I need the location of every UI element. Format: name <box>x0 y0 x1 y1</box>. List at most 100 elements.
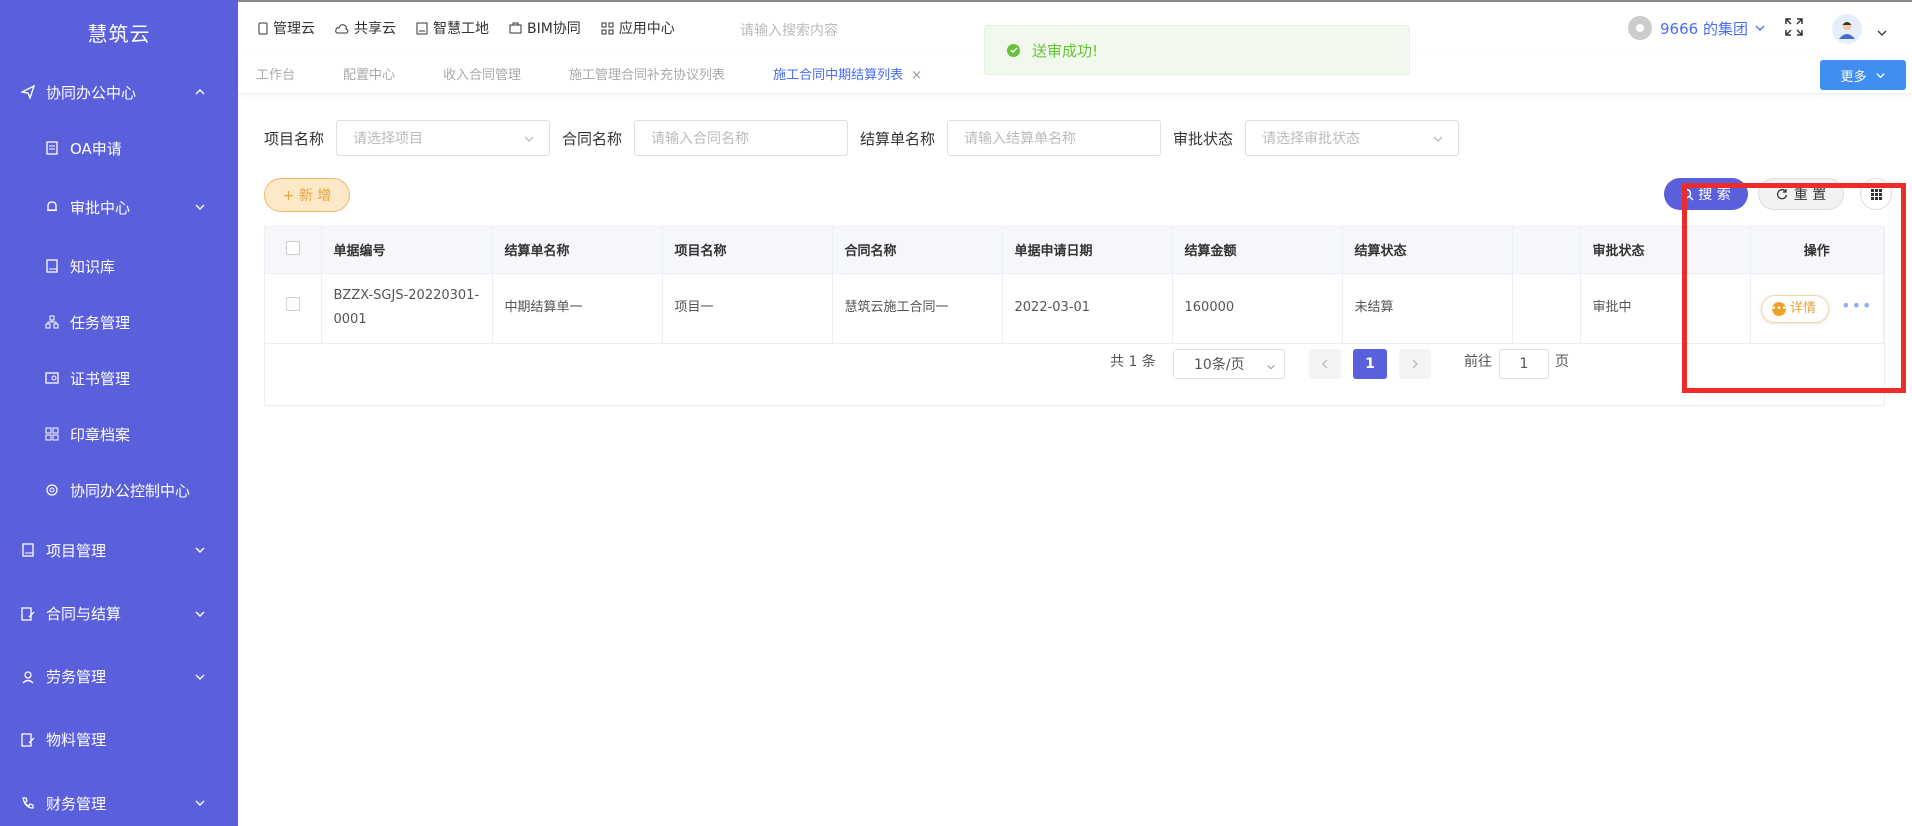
topnav-smart-site[interactable]: 智慧工地 <box>416 18 489 38</box>
filter-form: 项目名称 请选择项目 合同名称 请输入合同名称 结算单名称 请输入结算单名称 审… <box>264 120 1471 156</box>
more-label: 更多 <box>1840 69 1867 85</box>
doc-no-cell: BZZX-SGJS-20220301-0001 <box>321 273 493 344</box>
total-count: 共 1 条 <box>1110 354 1156 370</box>
global-search-input[interactable]: 请输入搜索内容 <box>740 20 838 40</box>
sidebar-item-finance[interactable]: 财务管理 <box>0 771 238 826</box>
certificate-icon <box>44 370 60 386</box>
detail-label: 详情 <box>1790 300 1817 316</box>
app-root: 慧筑云 协同办公中心 OA申请 审批中心 知识库 任务管理 证书管理 印章档案 … <box>0 0 1912 826</box>
column-header <box>1512 227 1581 274</box>
status-label: 审批状态 <box>1173 129 1234 148</box>
more-tabs-button[interactable]: 更多 <box>1820 60 1906 90</box>
chevron-down-icon <box>194 671 206 683</box>
close-icon[interactable]: × <box>911 68 922 83</box>
group-selector[interactable]: 9666 的集团 <box>1628 16 1766 40</box>
tab-income-contract[interactable]: 收入合同管理 <box>443 64 521 83</box>
sidebar-item-materials[interactable]: 物料管理 <box>0 708 238 771</box>
prev-page-button[interactable] <box>1309 349 1341 379</box>
chevron-up-icon <box>194 86 206 98</box>
fullscreen-icon[interactable] <box>1785 18 1803 40</box>
select-all-cell <box>265 227 322 274</box>
chevron-down-icon <box>194 201 206 213</box>
page-size-value: 10条/页 <box>1194 357 1245 373</box>
app-logo: 慧筑云 <box>87 21 151 46</box>
sidebar-item-collab[interactable]: 协同办公中心 <box>0 64 238 120</box>
sidebar-item-label: 物料管理 <box>46 731 107 749</box>
tab-workbench[interactable]: 工作台 <box>256 64 295 83</box>
column-header: 结算金额 <box>1172 227 1343 274</box>
settle-placeholder: 请输入结算单名称 <box>964 131 1077 147</box>
next-page-button[interactable] <box>1399 349 1431 379</box>
goto-page-input[interactable]: 1 <box>1499 349 1549 379</box>
column-header: 合同名称 <box>832 227 1003 274</box>
tab-config[interactable]: 配置中心 <box>343 64 395 83</box>
sidebar-item-label: 证书管理 <box>70 369 131 388</box>
group-avatar-icon <box>1628 16 1652 40</box>
sidebar-item-collab-control[interactable]: 协同办公控制中心 <box>0 462 238 518</box>
column-header: 结算状态 <box>1342 227 1513 274</box>
project-placeholder: 请选择项目 <box>353 131 424 147</box>
settle-status-cell: 未结算 <box>1342 273 1513 344</box>
document-icon <box>416 22 428 35</box>
sidebar-item-contracts[interactable]: 合同与结算 <box>0 582 238 645</box>
toast-message: 送审成功! <box>1032 41 1099 60</box>
sidebar-item-label: 财务管理 <box>46 794 107 813</box>
chevron-down-icon[interactable] <box>1876 24 1888 43</box>
amount-cell: 160000 <box>1172 273 1343 344</box>
sidebar-item-labor[interactable]: 劳务管理 <box>0 645 238 708</box>
worker-icon <box>20 669 36 685</box>
sidebar-item-certificates[interactable]: 证书管理 <box>0 350 238 406</box>
sidebar-item-knowledge[interactable]: 知识库 <box>0 238 238 294</box>
current-page[interactable]: 1 <box>1353 349 1387 379</box>
add-button[interactable]: + 新 增 <box>264 178 350 212</box>
reset-button[interactable]: 重 置 <box>1758 178 1844 210</box>
document-icon <box>44 140 60 156</box>
sidebar-item-tasks[interactable]: 任务管理 <box>0 294 238 350</box>
topnav-label: BIM协同 <box>527 21 581 37</box>
select-all-checkbox[interactable] <box>285 240 300 255</box>
reset-label: 重 置 <box>1793 187 1827 203</box>
briefcase-icon <box>509 22 522 34</box>
chevron-down-icon <box>1875 70 1886 81</box>
column-header: 操作 <box>1750 227 1884 274</box>
chevron-down-icon <box>1754 22 1766 34</box>
sidebar-item-label: 协同办公控制中心 <box>70 481 191 500</box>
column-settings-icon[interactable] <box>1860 178 1892 210</box>
topnav-bim[interactable]: BIM协同 <box>509 18 581 38</box>
sidebar-item-label: 合同与结算 <box>46 605 122 623</box>
tab-label: 施工合同中期结算列表 <box>773 68 904 83</box>
approval-status-select[interactable]: 请选择审批状态 <box>1245 120 1460 156</box>
edit-doc-icon <box>20 606 36 622</box>
page-size-select[interactable]: 10条/页 <box>1173 349 1285 379</box>
detail-button[interactable]: ••• 详情 <box>1761 294 1830 323</box>
tab-interim-settlement[interactable]: 施工合同中期结算列表 × <box>773 64 922 83</box>
project-label: 项目名称 <box>264 129 325 148</box>
table-row: BZZX-SGJS-20220301-0001 中期结算单一 项目一 慧筑云施工… <box>265 273 1884 344</box>
sidebar-item-approval[interactable]: 审批中心 <box>0 176 238 238</box>
topnav-app-center[interactable]: 应用中心 <box>601 18 675 38</box>
tab-supplement[interactable]: 施工管理合同补充协议列表 <box>569 64 725 83</box>
search-label: 搜 索 <box>1698 187 1731 203</box>
sidebar-item-label: OA申请 <box>70 139 122 158</box>
sidebar-item-label: 协同办公中心 <box>46 83 137 102</box>
column-header: 单据编号 <box>321 227 493 274</box>
row-checkbox[interactable] <box>285 297 300 311</box>
topnav-share-cloud[interactable]: 共享云 <box>335 18 396 38</box>
date-cell: 2022-03-01 <box>1002 273 1173 344</box>
settle-name-cell: 中期结算单一 <box>492 273 663 344</box>
column-header: 审批状态 <box>1580 227 1751 274</box>
settle-name-input[interactable]: 请输入结算单名称 <box>947 120 1162 156</box>
project-select[interactable]: 请选择项目 <box>336 120 551 156</box>
sidebar-item-projects[interactable]: 项目管理 <box>0 518 238 582</box>
user-avatar[interactable] <box>1832 14 1862 44</box>
sidebar-item-oa[interactable]: OA申请 <box>0 120 238 176</box>
sidebar-item-seals[interactable]: 印章档案 <box>0 406 238 462</box>
chevron-down-icon <box>523 133 535 149</box>
chevron-down-icon <box>194 608 206 620</box>
contract-name-input[interactable]: 请输入合同名称 <box>634 120 849 156</box>
search-button[interactable]: 搜 索 <box>1664 178 1748 210</box>
topnav-manage-cloud[interactable]: 管理云 <box>258 18 315 38</box>
more-actions-icon[interactable]: ••• <box>1841 296 1872 315</box>
sidebar-item-label: 知识库 <box>70 257 116 276</box>
refresh-icon <box>1776 188 1788 200</box>
